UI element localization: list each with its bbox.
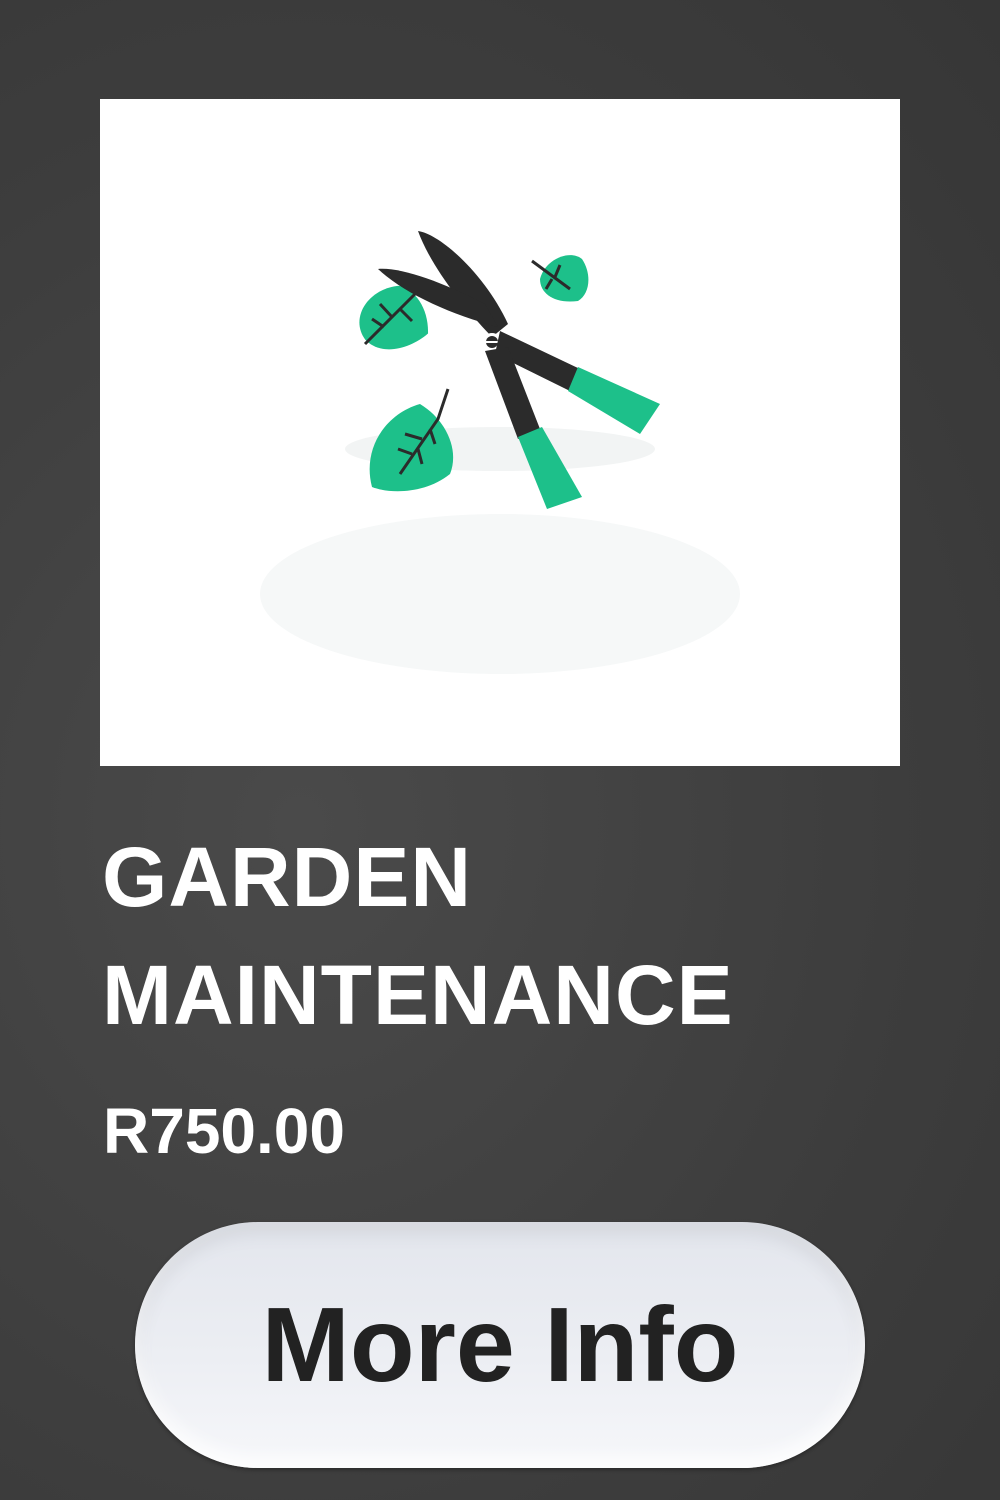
product-title-line-1: GARDEN — [102, 830, 473, 924]
product-image[interactable] — [100, 99, 900, 766]
product-title: GARDEN MAINTENANCE — [102, 818, 734, 1054]
product-price: R750.00 — [103, 1095, 345, 1167]
more-info-button[interactable]: More Info — [135, 1222, 865, 1468]
product-card: GARDEN MAINTENANCE R750.00 More Info — [0, 0, 1000, 1500]
leaf-icon — [531, 255, 589, 302]
leaf-icon — [369, 388, 454, 492]
product-title-line-2: MAINTENANCE — [102, 948, 734, 1042]
pruning-shears-icon — [260, 231, 740, 674]
